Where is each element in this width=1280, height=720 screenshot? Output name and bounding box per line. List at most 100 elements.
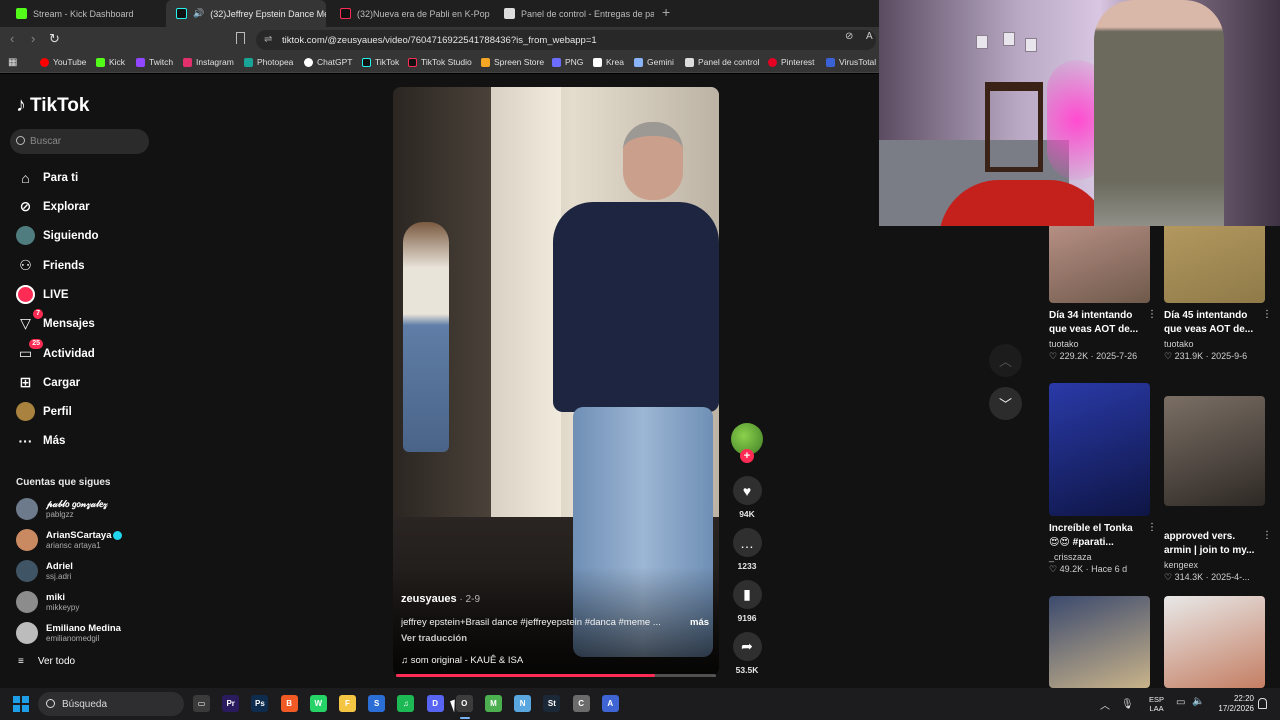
follow-plus-icon[interactable]: + [740, 449, 754, 463]
see-all-link[interactable]: ≡ Ver todo [18, 656, 75, 667]
following-account[interactable]: Emiliano Medina emilianomedgil [16, 622, 121, 644]
sidebar-item-cargar[interactable]: ⊞ Cargar [16, 373, 80, 392]
caption-more-button[interactable]: más [690, 617, 709, 628]
tab-kick-dashboard[interactable]: Stream - Kick Dashboard [6, 0, 166, 27]
bookmark-chatgpt[interactable]: ChatGPT [304, 57, 352, 67]
network-icon[interactable]: ▭ [1176, 697, 1185, 708]
file-explorer-icon[interactable]: F [339, 695, 356, 712]
tiktok-icon [362, 57, 371, 67]
bookmark-panel-control[interactable]: Panel de control [685, 57, 759, 67]
comment-button[interactable]: … 1233 [731, 528, 763, 571]
sidebar-item-mensajes[interactable]: ▽ 7 Mensajes [16, 309, 95, 333]
app-icon[interactable]: A [601, 695, 619, 712]
sidebar-item-friends[interactable]: ⚇ Friends [16, 256, 84, 275]
sidebar-item-mas[interactable]: ··· Más [16, 431, 66, 450]
bookmark-star-icon[interactable] [236, 32, 245, 44]
language-indicator[interactable]: ESP LAA [1149, 695, 1164, 713]
new-tab-icon[interactable]: + [662, 4, 670, 20]
premiere-icon[interactable]: Pr [222, 695, 240, 712]
sidebar-item-label: Mensajes [43, 317, 95, 330]
volume-icon[interactable]: 🔈 [1192, 696, 1204, 707]
bookmark-pinterest[interactable]: Pinterest [768, 57, 815, 67]
store-icon[interactable]: S [368, 695, 386, 712]
next-video-button[interactable]: ﹀ [989, 387, 1022, 420]
bookmark-png[interactable]: PNG [552, 57, 583, 67]
bookmark-gemini[interactable]: Gemini [634, 57, 674, 67]
comment-icon: … [732, 528, 762, 557]
tray-chevron-icon[interactable]: ︿ [1100, 697, 1110, 712]
recommended-video-card[interactable] [1164, 596, 1266, 688]
spotify-icon[interactable]: ♫ [397, 695, 415, 712]
taskbar-clock[interactable]: 22:20 17/2/2026 [1212, 694, 1254, 714]
windows-start-icon[interactable] [13, 696, 29, 712]
site-info-icon[interactable]: ⇌ [264, 34, 272, 45]
tiktok-logo[interactable]: ♪ TikTok [16, 94, 89, 117]
recommended-video-card[interactable]: Increíble el Tonka 😍😍 #parati... ⋮ _cris… [1049, 383, 1157, 575]
share-button[interactable]: ➦ 53.5K [731, 632, 763, 675]
speaker-icon[interactable]: 🔊 [193, 8, 204, 19]
whatsapp-icon[interactable]: W [309, 695, 327, 712]
following-account[interactable]: miki mikkeypy [16, 591, 79, 613]
sidebar-item-para-ti[interactable]: ⌂ Para ti [16, 168, 78, 187]
minecraft-icon[interactable]: M [485, 695, 502, 712]
address-bar[interactable]: ⇌ tiktok.com/@zeusyaues/video/7604716922… [256, 30, 876, 50]
apps-grid-icon[interactable]: ▦ [8, 57, 17, 68]
card-menu-icon[interactable]: ⋮ [1262, 309, 1272, 320]
reload-icon[interactable]: ↻ [49, 31, 60, 47]
sidebar-item-explorar[interactable]: ⊘ Explorar [16, 197, 90, 216]
steam-icon[interactable]: St [543, 695, 561, 712]
sidebar-item-siguiendo[interactable]: Siguiendo [16, 226, 99, 245]
tab-panel-control[interactable]: Panel de control - Entregas de pago [494, 0, 654, 27]
bookmark-instagram[interactable]: Instagram [183, 57, 234, 67]
brave-icon[interactable]: B [280, 695, 298, 712]
sidebar-item-live[interactable]: LIVE [16, 285, 69, 304]
bookmark-krea[interactable]: Krea [593, 57, 624, 67]
recommended-video-card[interactable] [1049, 596, 1151, 688]
card-menu-icon[interactable]: ⋮ [1147, 522, 1157, 533]
bookmark-label: PNG [565, 57, 584, 67]
bookmark-youtube[interactable]: YouTube [40, 57, 86, 67]
translate-button[interactable]: Ver traducción [401, 633, 467, 644]
notepad-icon[interactable]: N [514, 695, 532, 712]
card-menu-icon[interactable]: ⋮ [1262, 530, 1272, 541]
bookmark-photopea[interactable]: Photopea [244, 57, 293, 67]
tab-tiktok-kpop[interactable]: (32)Nueva era de Pabli en K-Pop | Til [330, 0, 490, 27]
save-button[interactable]: ▮ 9196 [731, 580, 763, 623]
photoshop-icon[interactable]: Ps [251, 695, 269, 712]
bookmark-virustotal[interactable]: VirusTotal [826, 57, 876, 67]
card-menu-icon[interactable]: ⋮ [1147, 309, 1157, 320]
taskbar-search[interactable]: Búsqueda [38, 692, 184, 716]
tab-tiktok-video[interactable]: 🔊 (32)Jeffrey Epstein Dance Me × [166, 0, 326, 27]
video-progress-bar[interactable] [396, 674, 716, 677]
recommended-video-card[interactable]: approved vers. armin | join to my... ⋮ k… [1164, 396, 1272, 583]
bookmark-tiktok[interactable]: TikTok [362, 57, 399, 67]
following-account[interactable]: Adriel ssj.adri [16, 560, 73, 582]
video-player[interactable] [393, 87, 719, 677]
following-section-title: Cuentas que sigues [16, 477, 111, 488]
tab-title: Panel de control - Entregas de pago [521, 8, 654, 19]
task-view-icon[interactable]: ▭ [193, 695, 210, 712]
previous-video-button[interactable]: ︿ [989, 344, 1022, 377]
notification-bell-icon[interactable] [1258, 698, 1267, 709]
bookmark-twitch[interactable]: Twitch [136, 57, 173, 67]
bookmark-kick[interactable]: Kick [96, 57, 125, 67]
microphone-icon[interactable]: 🎙 [1121, 699, 1134, 710]
calculator-icon[interactable]: C [572, 695, 590, 712]
video-sound[interactable]: ♫ som original - KAUÊ & ISA [401, 655, 523, 666]
forward-icon[interactable]: › [31, 31, 35, 46]
bookmark-tiktok-studio[interactable]: TikTok Studio [408, 57, 472, 67]
see-all-label: Ver todo [37, 656, 76, 667]
translate-icon[interactable]: A [866, 31, 873, 42]
sidebar-item-label: Explorar [43, 200, 90, 213]
bookmark-spreen-store[interactable]: Spreen Store [481, 57, 544, 67]
back-icon[interactable]: ‹ [10, 31, 14, 46]
sidebar-item-actividad[interactable]: ▭ 25 Actividad [16, 339, 95, 363]
tracking-blocked-icon[interactable]: ⊘ [845, 31, 853, 42]
following-account[interactable]: 𝓅𝒶𝒷𝓁𝑜 𝑔𝑜𝓃𝓏𝒶𝓁𝑒𝓏 pablgzz [16, 498, 108, 520]
discord-icon[interactable]: D [426, 695, 444, 712]
search-input[interactable]: Buscar [10, 129, 149, 154]
video-author[interactable]: zeusyaues · 2-9 [401, 593, 480, 605]
sidebar-item-perfil[interactable]: Perfil [16, 402, 72, 421]
following-account[interactable]: ArianSCartaya ariansc artaya1 [16, 529, 123, 551]
like-button[interactable]: ♥ 94K [731, 476, 763, 519]
